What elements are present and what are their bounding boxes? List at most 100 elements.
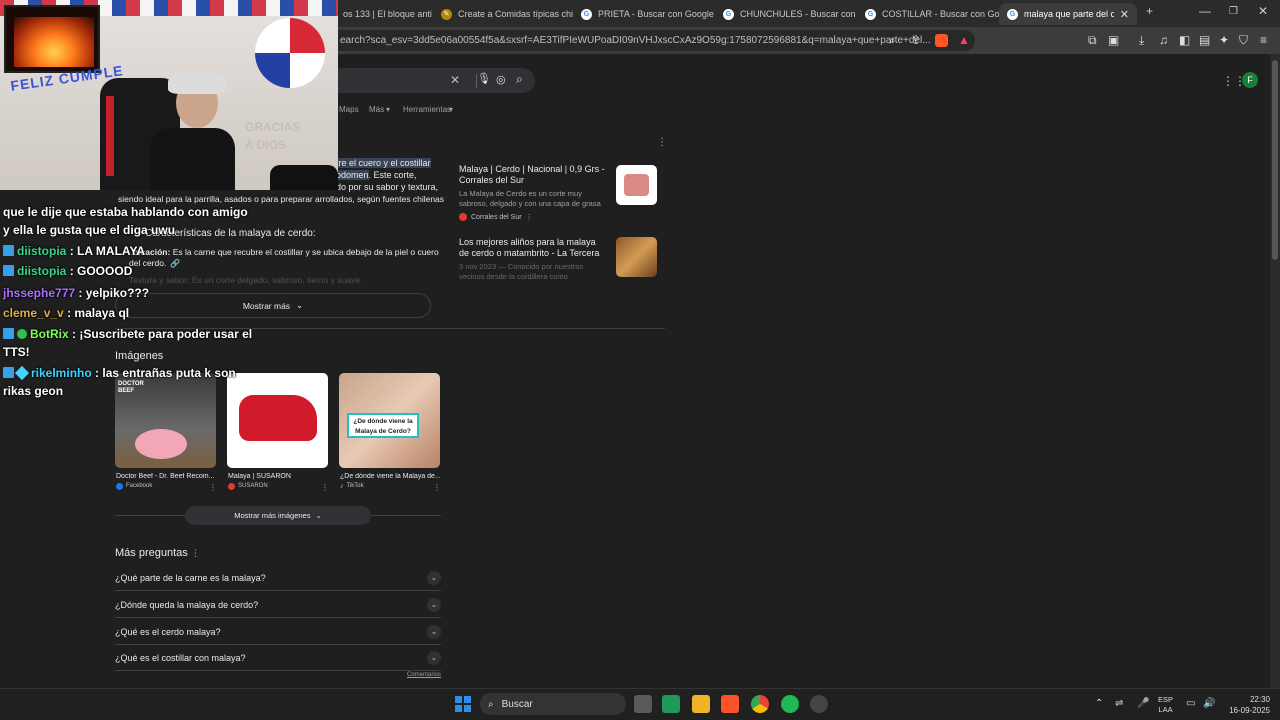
image-caption[interactable]: Doctor Beef - Dr. Beef Recom... bbox=[116, 473, 216, 480]
chat-text: y ella le gusta que el diga uwu bbox=[3, 223, 176, 237]
nav-tools[interactable]: Herramientas bbox=[403, 105, 451, 114]
sheets-app-icon[interactable] bbox=[662, 695, 680, 713]
spotify-icon[interactable] bbox=[781, 695, 799, 713]
network-icon[interactable]: ⇌ bbox=[1115, 698, 1123, 709]
more-options-icon[interactable]: ⋮ bbox=[526, 213, 533, 221]
chat-text: que le dije que estaba hablando con amig… bbox=[3, 205, 248, 219]
wall-text-2: A DIOS bbox=[245, 138, 286, 152]
verified-icon bbox=[17, 329, 27, 339]
snippet-faded: Textura y sabor: Es un corte delgado, sa… bbox=[129, 275, 363, 285]
link-icon[interactable]: 🔗 bbox=[170, 259, 180, 268]
language-indicator[interactable]: ESP LAA bbox=[1158, 695, 1173, 715]
task-view-icon[interactable] bbox=[634, 695, 652, 713]
card-thumbnail[interactable] bbox=[616, 165, 657, 205]
music-icon[interactable]: ♫ bbox=[1159, 33, 1168, 47]
sub-badge-icon bbox=[3, 245, 14, 256]
taskbar-search[interactable]: ⌕ Buscar bbox=[480, 693, 626, 715]
chevron-up-icon[interactable]: ⌃ bbox=[1095, 698, 1103, 709]
image-result-3[interactable]: ¿De dónde viene la Malaya de Cerdo? bbox=[339, 373, 440, 468]
bullet-text: Es la carne que recubre el costillar y s… bbox=[172, 247, 439, 257]
question-text: ¿Dónde queda la malaya de cerdo? bbox=[115, 599, 259, 610]
show-more-button[interactable]: Mostrar más ⌄ bbox=[115, 293, 431, 318]
feedback-link[interactable]: Comentarios bbox=[407, 672, 441, 678]
image-caption[interactable]: Malaya | SUSARON bbox=[228, 473, 328, 480]
chat-user[interactable]: rikelminho bbox=[31, 366, 92, 380]
nav-more[interactable]: Más bbox=[369, 105, 384, 114]
wall-text-1: GRACIAS bbox=[245, 120, 301, 134]
clock[interactable]: 22:30 16-09-2025 bbox=[1224, 694, 1270, 716]
question-item[interactable]: ¿Qué es el cerdo malaya? ⌄ bbox=[115, 619, 441, 645]
question-item[interactable]: ¿Dónde queda la malaya de cerdo? ⌄ bbox=[115, 592, 441, 618]
clear-icon[interactable]: ✕ bbox=[450, 73, 460, 87]
more-options-icon[interactable]: ⋮ bbox=[657, 137, 667, 148]
avatar[interactable]: F bbox=[1242, 72, 1258, 88]
sidebar-icon[interactable]: ◧ bbox=[1179, 33, 1190, 47]
tab-4[interactable]: G CHUNCHULES - Buscar con Go bbox=[715, 3, 857, 25]
file-explorer-icon[interactable] bbox=[692, 695, 710, 713]
tab-1[interactable]: os 133 | El bloque anti bbox=[335, 3, 433, 25]
leo-icon[interactable]: ✦ bbox=[1219, 33, 1229, 47]
chat-user[interactable]: BotRix bbox=[30, 327, 69, 341]
chat-user[interactable]: diistopia bbox=[17, 244, 66, 258]
question-item[interactable]: ¿Qué parte de la carne es la malaya? ⌄ bbox=[115, 565, 441, 591]
menu-icon[interactable]: ≡ bbox=[1260, 33, 1267, 47]
more-options-icon[interactable]: ⋮ bbox=[209, 483, 217, 492]
zoom-icon[interactable]: ⌕ bbox=[889, 33, 896, 48]
microphone bbox=[270, 165, 338, 190]
tab-label: CHUNCHULES - Buscar con Go bbox=[740, 9, 857, 19]
card-title[interactable]: Los mejores aliños para la malaya de cer… bbox=[459, 237, 606, 259]
card-title[interactable]: Malaya | Cerdo | Nacional | 0,9 Grs - Co… bbox=[459, 164, 606, 186]
volume-icon[interactable]: 🔊 bbox=[1203, 698, 1215, 709]
chat-user[interactable]: diistopia bbox=[17, 264, 66, 278]
chat-text: : yelpiko??? bbox=[78, 286, 150, 300]
image-result-2[interactable] bbox=[227, 373, 328, 468]
more-options-icon[interactable]: ⋮ bbox=[433, 483, 441, 492]
wallet-icon[interactable]: ▣ bbox=[1108, 33, 1119, 47]
tab-label: os 133 | El bloque anti bbox=[343, 9, 432, 19]
microphone-icon[interactable]: 🎙 bbox=[477, 72, 491, 85]
more-options-icon[interactable]: ⋮ bbox=[321, 483, 329, 492]
extensions-icon[interactable]: ⧉ bbox=[1088, 33, 1097, 48]
chrome-icon[interactable] bbox=[751, 695, 769, 713]
questions-heading: Más preguntas ⋮ bbox=[115, 547, 200, 559]
lens-icon[interactable]: ◎ bbox=[496, 73, 506, 86]
close-icon[interactable]: ✕ bbox=[1120, 8, 1129, 21]
close-window-button[interactable]: ✕ bbox=[1258, 4, 1268, 18]
tab-label: malaya que parte del cerdo bbox=[1024, 9, 1114, 19]
wallet2-icon[interactable]: ▤ bbox=[1199, 33, 1210, 47]
image-source-name: SUSARON bbox=[238, 483, 268, 489]
show-more-images-button[interactable]: Mostrar más imágenes ⌄ bbox=[185, 506, 371, 525]
display-icon[interactable]: ▭ bbox=[1186, 698, 1195, 709]
windows-start-icon[interactable] bbox=[455, 696, 471, 712]
rewards-icon[interactable]: ▲ bbox=[958, 33, 970, 47]
tab-5[interactable]: G COSTILLAR - Buscar con Goog bbox=[857, 3, 999, 25]
tab-active[interactable]: Gmalaya que parte del cerdo ✕ bbox=[999, 3, 1137, 25]
brave-shield-icon[interactable] bbox=[935, 34, 948, 47]
restore-button[interactable]: ❐ bbox=[1229, 6, 1238, 17]
minimize-button[interactable]: — bbox=[1199, 4, 1211, 18]
more-options-icon[interactable]: ⋮ bbox=[191, 548, 200, 558]
card-desc: 3 nov 2023 — Conocido por nuestros vecin… bbox=[459, 262, 584, 280]
image-caption[interactable]: ¿De dónde viene la Malaya de... bbox=[340, 473, 440, 480]
card-thumbnail[interactable] bbox=[616, 237, 657, 277]
question-item[interactable]: ¿Qué es el costillar con malaya? ⌄ bbox=[115, 645, 441, 671]
chevron-down-icon: ⌄ bbox=[315, 511, 322, 520]
nav-maps[interactable]: Maps bbox=[339, 105, 359, 114]
chat-message: y ella le gusta que el diga uwu bbox=[3, 221, 175, 239]
download-icon[interactable]: ⤓ bbox=[1139, 33, 1144, 48]
brave-browser-icon[interactable] bbox=[721, 695, 739, 713]
address-bar[interactable]: earch?sca_esv=3dd5e06a00554f5a&sxsrf=AE3… bbox=[320, 30, 975, 51]
mic-icon[interactable]: 🎤 bbox=[1137, 698, 1149, 709]
new-tab-button[interactable]: + bbox=[1146, 4, 1153, 18]
chat-user[interactable]: jhssephe777 bbox=[3, 286, 75, 300]
scrollbar-thumb[interactable] bbox=[1272, 60, 1278, 260]
search-icon[interactable]: ⌕ bbox=[516, 72, 523, 87]
image-result-1[interactable]: DOCTOR BEEF bbox=[115, 373, 216, 468]
vpn-icon[interactable]: ⛉ bbox=[1239, 33, 1248, 48]
share-icon[interactable]: ⇪ bbox=[911, 33, 921, 47]
tab-3[interactable]: G PRIETA - Buscar con Google bbox=[573, 3, 715, 25]
chat-user[interactable]: cleme_v_v bbox=[3, 306, 64, 320]
tab-2[interactable]: ✎ Create a Comidas típicas chile bbox=[433, 3, 573, 25]
chevron-down-icon: ⌄ bbox=[427, 597, 441, 612]
obs-icon[interactable] bbox=[810, 695, 828, 713]
